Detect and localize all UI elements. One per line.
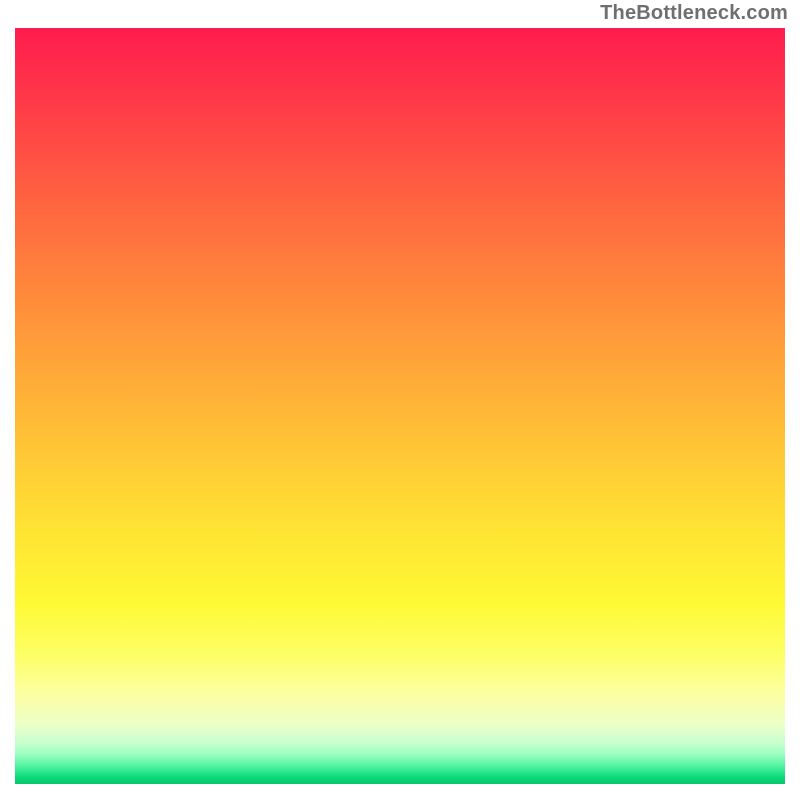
chart-area (15, 28, 785, 784)
chart-background-gradient (15, 28, 785, 784)
attribution-text: TheBottleneck.com (600, 2, 788, 25)
